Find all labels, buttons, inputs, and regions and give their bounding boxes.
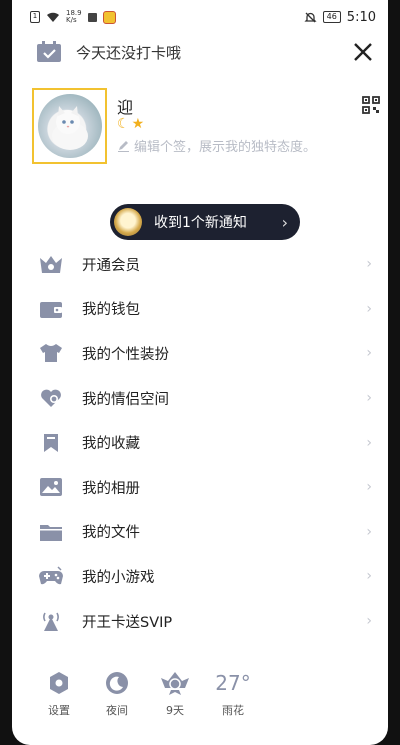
mute-bell-icon bbox=[304, 12, 317, 22]
night-mode-button[interactable]: 夜间 bbox=[88, 668, 146, 728]
menu-item-album[interactable]: 我的相册 › bbox=[12, 465, 388, 510]
settings-label: 设置 bbox=[48, 704, 70, 717]
username[interactable]: 迎 bbox=[117, 94, 133, 118]
star-badge-icon: ★ bbox=[131, 116, 145, 132]
signal-tower-icon bbox=[38, 609, 64, 633]
menu-label-album: 我的相册 bbox=[82, 480, 140, 497]
calendar-check-icon[interactable] bbox=[36, 41, 62, 63]
vip-crown-icon bbox=[38, 252, 64, 276]
menu-label-dress-up: 我的个性装扮 bbox=[82, 346, 169, 363]
folder-icon bbox=[38, 520, 64, 544]
profile-section: 迎 ☾ ★ 编辑个签，展示我的独特态度。 bbox=[32, 88, 382, 168]
menu-label-vip: 开通会员 bbox=[82, 257, 140, 274]
menu-item-couple-space[interactable]: 我的情侣空间 › bbox=[12, 376, 388, 421]
battery-indicator: 46 bbox=[322, 11, 341, 23]
night-mode-label: 夜间 bbox=[106, 704, 128, 717]
notification-text: 收到1个新通知 bbox=[154, 215, 247, 231]
menu-item-mini-games[interactable]: 我的小游戏 › bbox=[12, 554, 388, 599]
level-badges[interactable]: ☾ ★ bbox=[117, 116, 144, 132]
photo-album-icon bbox=[38, 475, 64, 499]
streak-badge-icon bbox=[160, 668, 190, 698]
chevron-right-icon: › bbox=[366, 613, 372, 630]
chevron-right-icon: › bbox=[366, 434, 372, 451]
menu-list: 开通会员 › 我的钱包 › 我的个性装扮 › 我的情侣空间 › 我的收藏 › 我… bbox=[12, 242, 388, 643]
chevron-right-icon: › bbox=[366, 390, 372, 407]
notification-icon bbox=[87, 12, 97, 22]
chevron-right-icon: › bbox=[366, 345, 372, 362]
settings-button[interactable]: 设置 bbox=[30, 668, 88, 728]
drawer-screen: 1 18.9 K/s 46 5:10 今天还没打卡哦 迎 ☾ ★ 编辑个签，展示… bbox=[12, 0, 388, 745]
temperature-readout: 27° bbox=[215, 668, 250, 698]
signature-text: 编辑个签，展示我的独特态度。 bbox=[134, 140, 317, 155]
sim-icon: 1 bbox=[30, 11, 40, 23]
checkin-prompt[interactable]: 今天还没打卡哦 bbox=[76, 42, 181, 63]
menu-item-king-card[interactable]: 开王卡送SVIP › bbox=[12, 599, 388, 644]
menu-label-favorites: 我的收藏 bbox=[82, 436, 140, 453]
menu-item-dress-up[interactable]: 我的个性装扮 › bbox=[12, 331, 388, 376]
streak-days-label: 9天 bbox=[166, 704, 184, 717]
tshirt-icon bbox=[38, 341, 64, 365]
wallet-icon bbox=[38, 297, 64, 321]
streak-button[interactable]: 9天 bbox=[146, 668, 204, 728]
network-speed: 18.9 K/s bbox=[66, 9, 82, 24]
menu-item-files[interactable]: 我的文件 › bbox=[12, 510, 388, 555]
bottom-toolbar: 设置 夜间 9天 27° 雨花 bbox=[12, 668, 388, 728]
gamepad-icon bbox=[38, 564, 64, 588]
close-icon[interactable] bbox=[352, 41, 374, 63]
weather-location-label: 雨花 bbox=[222, 704, 244, 717]
chevron-right-icon: › bbox=[366, 256, 372, 273]
pencil-icon bbox=[118, 141, 129, 152]
chevron-right-icon: › bbox=[366, 300, 372, 317]
bookmark-icon bbox=[38, 431, 64, 455]
status-bar: 1 18.9 K/s 46 5:10 bbox=[12, 0, 388, 34]
couple-heart-icon bbox=[38, 386, 64, 410]
menu-label-couple-space: 我的情侣空间 bbox=[82, 391, 169, 408]
chevron-right-icon: › bbox=[366, 568, 372, 585]
qr-code-icon[interactable] bbox=[362, 96, 380, 114]
cat-photo bbox=[51, 106, 88, 150]
chevron-right-icon: › bbox=[281, 212, 288, 232]
menu-item-vip[interactable]: 开通会员 › bbox=[12, 242, 388, 287]
moon-badge-icon: ☾ bbox=[117, 116, 130, 132]
moon-icon bbox=[105, 668, 129, 698]
temperature-value: 27° bbox=[215, 671, 251, 695]
settings-icon bbox=[47, 668, 71, 698]
menu-item-favorites[interactable]: 我的收藏 › bbox=[12, 420, 388, 465]
menu-label-king-card: 开王卡送SVIP bbox=[82, 614, 173, 631]
new-notification-button[interactable]: 收到1个新通知 › bbox=[110, 204, 300, 240]
menu-item-wallet[interactable]: 我的钱包 › bbox=[12, 287, 388, 332]
weather-button[interactable]: 27° 雨花 bbox=[204, 668, 262, 728]
avatar[interactable] bbox=[37, 94, 102, 158]
menu-label-mini-games: 我的小游戏 bbox=[82, 569, 155, 586]
wifi-icon bbox=[47, 12, 59, 22]
menu-label-wallet: 我的钱包 bbox=[82, 302, 140, 319]
chevron-right-icon: › bbox=[366, 523, 372, 540]
notification-avatar bbox=[114, 208, 142, 236]
clock: 5:10 bbox=[346, 9, 376, 25]
menu-label-files: 我的文件 bbox=[82, 525, 140, 542]
app-notification-icon bbox=[102, 10, 116, 24]
signature-edit[interactable]: 编辑个签，展示我的独特态度。 bbox=[117, 136, 316, 155]
chevron-right-icon: › bbox=[366, 479, 372, 496]
checkin-bar: 今天还没打卡哦 bbox=[12, 34, 388, 70]
avatar-frame[interactable] bbox=[32, 88, 107, 164]
